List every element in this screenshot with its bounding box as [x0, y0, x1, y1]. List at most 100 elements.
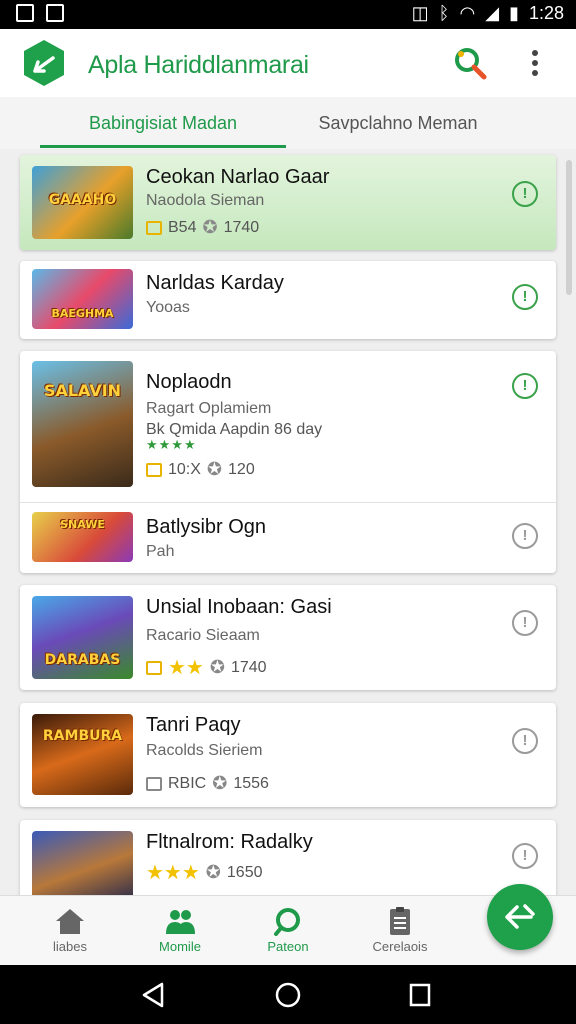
nav-item-compass[interactable]: Pateon: [238, 896, 338, 966]
item-stats: B54 ✪ 1740: [146, 217, 259, 238]
signal-icon: ◢: [485, 3, 500, 23]
info-icon[interactable]: !: [512, 843, 538, 869]
item-subtitle: Ragart Oplamiem: [146, 400, 272, 417]
vibrate-icon: ◫: [411, 3, 429, 23]
system-navigation-bar: [0, 965, 576, 1024]
thumbnail-title: GAAAHO: [48, 192, 117, 208]
nav-label: Pateon: [267, 939, 309, 954]
info-icon[interactable]: !: [512, 284, 538, 310]
game-thumbnail: BAEGHMA: [32, 269, 133, 329]
stat-value: B54: [168, 218, 197, 236]
item-title: Tanri Paqy: [146, 714, 241, 736]
list-group: SALAVIN Noplaodn Ragart Oplamiem Bk Qmid…: [20, 351, 556, 573]
badge-icon: ✪: [206, 459, 223, 479]
game-thumbnail: SNAWE: [32, 512, 133, 562]
item-title: Narldas Karday: [146, 272, 284, 294]
floating-action-button[interactable]: [487, 884, 553, 950]
game-thumbnail: GAAAHO: [32, 166, 133, 239]
list-item[interactable]: SNAWE Batlysibr Ogn Pah !: [20, 503, 556, 573]
scrollbar[interactable]: [566, 160, 572, 295]
tag-icon: [146, 220, 162, 235]
tab-bar: Babingisiat Madan Savpclahno Meman: [0, 97, 576, 149]
app-bar: Apla Hariddlanmarai: [0, 29, 576, 97]
stat-value: 1740: [223, 218, 260, 236]
app-title: Apla Hariddlanmarai: [88, 51, 309, 79]
people-icon: [166, 910, 195, 934]
item-subtitle: Naodola Sieman: [146, 192, 265, 209]
recents-icon[interactable]: [408, 982, 432, 1008]
stat-value: 1740: [230, 658, 267, 676]
nav-label: liabes: [53, 939, 87, 954]
back-icon[interactable]: [140, 981, 166, 1009]
thumbnail-title: SNAWE: [60, 518, 105, 531]
nav-item-home[interactable]: liabes: [20, 896, 120, 966]
app-logo-icon: [24, 40, 64, 86]
info-icon[interactable]: !: [512, 728, 538, 754]
stat-value: 1556: [233, 774, 269, 792]
badge-icon: ✪: [212, 773, 228, 793]
item-subtitle: Pah: [146, 543, 175, 560]
status-time: 1:28: [528, 3, 564, 23]
item-subtitle: Racolds Sieriem: [146, 742, 263, 759]
badge-icon: ✪: [205, 862, 221, 882]
info-icon[interactable]: !: [512, 523, 538, 549]
thumbnail-title: SALAVIN: [43, 381, 122, 400]
item-title: Ceokan Narlao Gaar: [146, 166, 330, 188]
rating-stars: ★★: [168, 657, 204, 679]
game-thumbnail: RAMBURA: [32, 714, 133, 795]
tag-icon: [146, 462, 162, 477]
list-item[interactable]: BAEGHMA Narldas Karday Yooas !: [20, 261, 556, 339]
thumbnail-title: RAMBURA: [42, 728, 123, 744]
battery-icon: ▮: [509, 3, 519, 23]
wifi-icon: ◠: [459, 3, 476, 23]
clipboard-icon: [390, 907, 410, 935]
badge-icon: ✪: [202, 217, 218, 237]
home-circle-icon[interactable]: [274, 981, 302, 1009]
home-icon: [56, 909, 84, 934]
info-icon[interactable]: !: [512, 181, 538, 207]
nav-item-clipboard[interactable]: Cerelaois: [350, 896, 450, 966]
stat-value: 1650: [226, 863, 263, 881]
stat-value: 10:X: [168, 460, 201, 478]
active-tab-indicator: [40, 145, 286, 148]
item-subtitle: Yooas: [146, 299, 190, 316]
rating-stars: ★★★★: [146, 437, 197, 452]
item-stats: RBIC ✪ 1556: [146, 773, 269, 794]
info-icon[interactable]: !: [512, 610, 538, 636]
item-title: Unsial Inobaan: Gasi: [146, 596, 332, 618]
thumbnail-title: BAEGHMA: [51, 307, 114, 320]
item-subtitle: Racario Sieaam: [146, 627, 260, 644]
list-item[interactable]: GAAAHO Ceokan Narlao Gaar Naodola Sieman…: [20, 155, 556, 250]
info-icon[interactable]: !: [512, 373, 538, 399]
nav-item-people[interactable]: Momile: [130, 896, 230, 966]
rating-stars: ★★★: [146, 862, 200, 884]
search-icon[interactable]: [452, 45, 488, 81]
stat-value: RBIC: [168, 774, 207, 792]
nav-label: Cerelaois: [372, 939, 428, 954]
list-item[interactable]: SALAVIN Noplaodn Ragart Oplamiem Bk Qmid…: [20, 351, 556, 501]
tab-1[interactable]: Savpclahno Meman: [290, 113, 506, 134]
stat-value: 120: [228, 460, 255, 478]
list-item[interactable]: RAMBURA Tanri Paqy Racolds Sieriem RBIC …: [20, 703, 556, 807]
nav-label: Momile: [159, 939, 201, 954]
list-item[interactable]: DARABAS Unsial Inobaan: Gasi Racario Sie…: [20, 585, 556, 690]
tag-icon: [146, 776, 162, 791]
thumbnail-title: DARABAS: [44, 652, 121, 668]
compass-icon: [274, 908, 300, 936]
item-stats: 10:X ✪ 120: [146, 459, 255, 480]
more-options-icon[interactable]: [520, 45, 550, 81]
item-stats: ★★ ✪ 1740: [146, 655, 267, 680]
game-thumbnail: DARABAS: [32, 596, 133, 679]
item-title: Fltnalrom: Radalky: [146, 831, 313, 853]
item-stats: ★★★ ✪ 1650: [146, 860, 262, 885]
item-title: Batlysibr Ogn: [146, 516, 267, 538]
image-icon: [16, 4, 34, 22]
badge-icon: ✪: [209, 657, 225, 677]
tab-0[interactable]: Babingisiat Madan: [40, 113, 286, 134]
status-bar: ◫ ᛒ ◠ ◢ ▮ 1:28: [0, 0, 576, 29]
share-arrow-icon: [505, 904, 535, 929]
item-title: Noplaodn: [146, 371, 232, 393]
game-thumbnail: SALAVIN: [32, 361, 133, 487]
tag-icon: [146, 660, 162, 675]
bluetooth-icon: ᛒ: [438, 3, 450, 23]
